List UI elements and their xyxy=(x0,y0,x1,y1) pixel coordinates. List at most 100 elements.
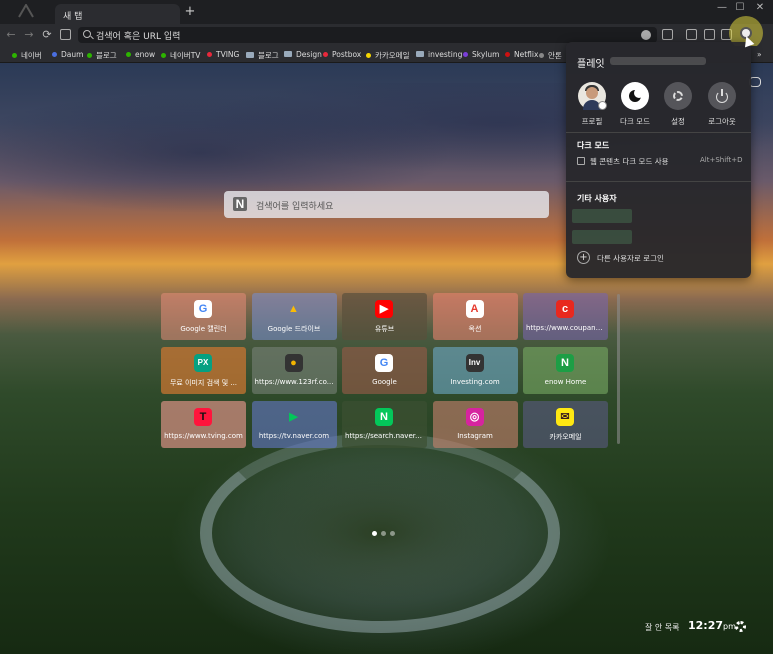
site-favicon-icon: ✉ xyxy=(556,408,574,426)
speed-dial-label: 유튜브 xyxy=(374,325,395,333)
other-user-item[interactable] xyxy=(572,230,632,244)
dark-web-checkbox[interactable] xyxy=(577,157,585,165)
search-placeholder: 검색어를 입력하세요 xyxy=(256,202,334,212)
bookmark-item[interactable]: 카카오메일 xyxy=(366,50,410,61)
dark-mode-button-label: 다크 모드 xyxy=(620,117,650,126)
speed-dial-tile[interactable]: A 옥션 xyxy=(432,293,518,340)
dark-mode-button[interactable]: 다크 모드 xyxy=(617,82,653,127)
bookmark-favicon-icon xyxy=(207,52,212,57)
bookmark-label: Daum xyxy=(61,50,84,59)
speed-dial-tile[interactable]: ◎ Instagram xyxy=(432,401,518,448)
logout-button[interactable]: 로그아웃 xyxy=(704,82,740,127)
add-user-icon[interactable]: + xyxy=(577,251,590,264)
tab-new-tab[interactable]: 새 탭 xyxy=(55,4,180,24)
footer-phrase[interactable]: 잘 안 목록 xyxy=(645,622,680,633)
maximize-button[interactable]: ☐ xyxy=(730,2,750,13)
bookmark-item[interactable]: 블로그 xyxy=(246,50,279,61)
bookmark-item[interactable]: 네이버 xyxy=(12,50,42,61)
dark-web-label[interactable]: 웹 콘텐츠 다크 모드 사용 xyxy=(590,156,669,167)
add-user-label[interactable]: 다른 사용자로 로그인 xyxy=(597,253,664,264)
page-indicator xyxy=(372,521,399,540)
speed-dial-label: https://www.123rf.co... xyxy=(254,378,334,386)
folder-icon xyxy=(284,51,292,57)
bookmark-item[interactable]: Design xyxy=(284,50,322,59)
speed-dial-tile[interactable]: Nenow Home xyxy=(523,347,608,394)
close-window-button[interactable]: ✕ xyxy=(750,2,770,13)
speed-dial-tile[interactable]: Thttps://www.tving.com xyxy=(161,401,246,448)
speed-dial-tile[interactable]: Nhttps://search.naver.c... xyxy=(342,401,427,448)
speed-dial-tile[interactable]: ▶ https://tv.naver.com xyxy=(251,401,337,448)
bookmark-label: 네이버TV xyxy=(170,51,201,60)
speed-dial-tile[interactable]: G Google xyxy=(342,347,427,394)
site-favicon-icon: c xyxy=(556,300,574,318)
bookmark-item[interactable]: Skylum xyxy=(463,50,499,59)
speed-dial-label: enow Home xyxy=(544,378,587,386)
speed-dial-tile[interactable]: c https://www.coupang... xyxy=(523,293,608,340)
minimize-button[interactable]: — xyxy=(712,2,732,13)
bookmark-item[interactable]: Daum xyxy=(52,50,83,59)
puzzle-icon[interactable] xyxy=(662,29,673,40)
bookmark-item[interactable]: Postbox xyxy=(323,50,361,59)
extension-icon[interactable] xyxy=(641,30,651,40)
page-dot[interactable] xyxy=(372,531,377,536)
search-icon xyxy=(83,30,91,38)
bookmark-label: 네이버 xyxy=(21,51,42,60)
site-favicon-icon: G xyxy=(194,300,212,318)
folder-icon xyxy=(416,51,424,57)
speed-dial-label: https://www.tving.com xyxy=(164,432,243,440)
site-favicon-icon: ● xyxy=(284,354,303,372)
page-dot[interactable] xyxy=(390,531,395,536)
logout-button-label: 로그아웃 xyxy=(708,117,736,126)
bookmark-label: 블로그 xyxy=(96,51,117,60)
address-bar[interactable]: 검색어 혹은 URL 입력 xyxy=(78,27,657,43)
new-tab-button[interactable]: + xyxy=(183,5,197,19)
address-bar-placeholder: 검색어 혹은 URL 입력 xyxy=(96,32,181,42)
speed-dial-tile[interactable]: ✉ 카카오메일 xyxy=(523,401,608,448)
site-favicon-icon: ▲ xyxy=(288,303,299,315)
bookmark-favicon-icon xyxy=(463,52,468,57)
profile-button-label: 프로필 xyxy=(581,117,603,126)
clock: 12:27pm xyxy=(688,619,736,632)
speed-dial-label: https://www.coupang... xyxy=(526,324,605,332)
reload-button[interactable]: ⟳ xyxy=(40,28,54,41)
bookmark-label: TVING xyxy=(216,50,240,59)
settings-button-label: 설정 xyxy=(671,117,685,126)
home-icon[interactable] xyxy=(60,29,71,40)
speed-dial-label: Instagram xyxy=(457,432,493,440)
bookmark-item[interactable]: Netflix xyxy=(505,50,538,59)
bookmark-item[interactable]: 안론 xyxy=(539,50,562,61)
other-user-item[interactable] xyxy=(572,209,632,223)
bookmark-item[interactable]: 네이버TV xyxy=(161,50,200,61)
other-users-section-title: 기타 사용자 xyxy=(577,194,617,203)
naver-logo-icon: N xyxy=(233,197,247,211)
bookmark-item[interactable]: 블로그 xyxy=(87,50,117,61)
forward-button[interactable]: → xyxy=(22,28,36,41)
speed-dial-tile[interactable]: Inv Investing.com xyxy=(432,347,518,394)
bookmark-item[interactable]: TVING xyxy=(207,50,239,59)
site-favicon-icon: N xyxy=(375,408,393,426)
speed-dial-tile[interactable]: PX 무료 이미지 검색 및 ... xyxy=(161,347,246,394)
site-favicon-icon: Inv xyxy=(465,354,484,372)
video-icon[interactable] xyxy=(686,29,697,40)
back-button[interactable]: ← xyxy=(4,28,18,41)
bookmarks-more-button[interactable]: » xyxy=(757,50,762,59)
speed-dial-tile[interactable]: ▶ 유튜브 xyxy=(342,293,427,340)
settings-button[interactable]: 설정 xyxy=(660,82,696,127)
settings-gear-icon[interactable] xyxy=(735,621,746,632)
bookmark-item[interactable]: enow xyxy=(126,50,155,59)
bookmark-item[interactable]: investing xyxy=(416,50,462,59)
speed-dial-label: Investing.com xyxy=(450,378,500,386)
speed-dial-scrollbar[interactable] xyxy=(617,294,620,444)
profile-button-profile[interactable]: 프로필 xyxy=(574,82,610,127)
page-dot[interactable] xyxy=(381,531,386,536)
capture-icon[interactable] xyxy=(704,29,715,40)
speed-dial-label: Google xyxy=(372,378,397,386)
site-favicon-icon: ▶ xyxy=(289,411,298,423)
bookmark-favicon-icon xyxy=(126,52,131,57)
search-box[interactable]: N 검색어를 입력하세요 xyxy=(224,191,549,218)
speed-dial-tile[interactable]: ▲ Google 드라이브 xyxy=(251,293,337,340)
clock-ampm: pm xyxy=(723,622,736,631)
speed-dial-tile[interactable]: G Google 캘린더 xyxy=(161,293,246,340)
bookmark-favicon-icon xyxy=(161,53,166,58)
speed-dial-tile[interactable]: ● https://www.123rf.co... xyxy=(251,347,337,394)
